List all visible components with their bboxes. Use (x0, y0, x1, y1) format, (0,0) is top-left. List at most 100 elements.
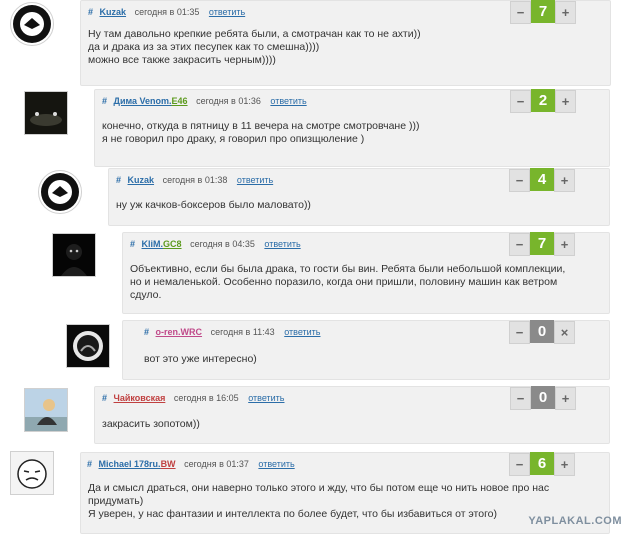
permalink[interactable]: # (102, 96, 107, 106)
vote-up-button[interactable]: + (555, 1, 576, 24)
creature-avatar-icon (67, 325, 109, 367)
comment-line: Объективно, если бы была драка, то гости… (130, 263, 566, 275)
comment-card: # KliM.GC8 сегодня в 04:35 ответить − 7 … (122, 232, 610, 314)
permalink[interactable]: # (130, 239, 135, 249)
username[interactable]: Дима Venom. (114, 96, 172, 106)
comment-line: сдуло. (130, 289, 162, 301)
comment-card: # Чайковская сегодня в 16:05 ответить − … (94, 386, 610, 444)
avatar[interactable] (38, 170, 82, 214)
vote-widget: − 0 + (510, 386, 576, 410)
comment-line: Я уверен, у нас фантазии и интеллекта по… (88, 508, 498, 520)
reply-link[interactable]: ответить (209, 7, 245, 17)
comment-card: # Kuzak сегодня в 01:38 ответить − 4 + н… (108, 168, 610, 226)
comment-header: # Чайковская сегодня в 16:05 ответить (102, 393, 284, 403)
vote-up-button[interactable]: + (554, 233, 575, 256)
comment-line: придумать) (88, 495, 144, 507)
woman-photo-icon (25, 389, 67, 431)
skoda-logo-icon (13, 5, 51, 43)
reply-link[interactable]: ответить (264, 239, 300, 249)
timestamp: сегодня в 04:35 (190, 239, 255, 249)
permalink[interactable]: # (88, 7, 93, 17)
avatar[interactable] (66, 324, 110, 368)
timestamp: сегодня в 01:38 (162, 175, 228, 185)
vote-down-button[interactable]: − (509, 321, 530, 344)
permalink[interactable]: # (144, 327, 149, 337)
vote-up-button[interactable]: + (554, 169, 575, 192)
avatar[interactable] (52, 233, 96, 277)
username-suffix[interactable]: E46 (172, 96, 188, 106)
comment-line: можно все также закрасить черным)))) (88, 54, 276, 66)
vote-score: 6 (530, 452, 554, 475)
site-watermark: YAPLAKAL.COM (528, 515, 622, 527)
vote-score: 0 (531, 386, 555, 409)
vote-up-button[interactable]: + (555, 90, 576, 113)
username[interactable]: o-ren. (156, 327, 181, 337)
vote-up-button[interactable]: + (554, 453, 575, 476)
vote-widget: − 7 + (510, 0, 576, 24)
vote-widget: − 4 + (509, 168, 575, 192)
avatar[interactable] (10, 2, 54, 46)
vote-widget: − 0 × (509, 320, 575, 344)
timestamp: сегодня в 16:05 (173, 393, 239, 403)
comment-text: закрасить зопотом)) (102, 418, 514, 431)
vote-down-button[interactable]: − (509, 169, 530, 192)
vote-up-button[interactable]: × (554, 321, 575, 344)
comment-line: вот это уже интересно) (144, 353, 257, 365)
comment-text: Да и смысл драться, они наверно только э… (88, 482, 601, 521)
reply-link[interactable]: ответить (284, 327, 320, 337)
username[interactable]: KliM. (142, 239, 164, 249)
comment-text: ну уж качков-боксеров было маловато)) (116, 199, 514, 212)
reply-link[interactable]: ответить (270, 96, 306, 106)
comment-line: я не говорил про драку, я говорил про оп… (102, 133, 365, 145)
vote-down-button[interactable]: − (509, 453, 530, 476)
comment-line: но и немаленькой. Особенно поразило, ког… (130, 276, 558, 288)
avatar[interactable] (24, 91, 68, 135)
vote-score: 2 (531, 89, 555, 112)
comment-line: Да и смысл драться, они наверно только э… (88, 482, 550, 494)
comment-card: # Дима Venom.E46 сегодня в 01:36 ответит… (94, 89, 610, 167)
timestamp: сегодня в 01:36 (196, 96, 261, 106)
comment-line: да и драка из за этих песупек как то сме… (88, 41, 320, 53)
vote-score: 7 (530, 232, 554, 255)
comment-line: конечно, откуда в пятницу в 11 вечера на… (102, 120, 420, 132)
comment-line: ну уж качков-боксеров было маловато)) (116, 199, 311, 211)
avatar[interactable] (10, 451, 54, 495)
avatar[interactable] (24, 388, 68, 432)
comment-header: # Kuzak сегодня в 01:35 ответить (88, 7, 245, 17)
username[interactable]: Чайковская (114, 393, 166, 403)
comment-text: Объективно, если бы была драка, то гости… (130, 263, 601, 302)
cartoon-face-icon (11, 452, 53, 494)
vote-widget: − 2 + (510, 89, 576, 113)
comment-header: # Kuzak сегодня в 01:38 ответить (116, 175, 273, 185)
username[interactable]: Kuzak (128, 175, 155, 185)
comment-line: Ну там давольно крепкие ребята были, а с… (88, 28, 421, 40)
vote-down-button[interactable]: − (510, 90, 531, 113)
permalink[interactable]: # (116, 175, 121, 185)
comment-header: # Дима Venom.E46 сегодня в 01:36 ответит… (102, 96, 307, 106)
dark-figure-icon (53, 234, 95, 276)
permalink[interactable]: # (87, 459, 92, 469)
permalink[interactable]: # (102, 393, 107, 403)
timestamp: сегодня в 01:35 (134, 7, 200, 17)
comment-card: # Kuzak сегодня в 01:35 ответить − 7 + Н… (80, 0, 611, 86)
vote-up-button[interactable]: + (555, 387, 576, 410)
username-suffix[interactable]: WRC (181, 327, 203, 337)
username-suffix[interactable]: BW (161, 459, 176, 469)
vote-down-button[interactable]: − (510, 387, 531, 410)
comment-header: # o-ren.WRC сегодня в 11:43 ответить (144, 327, 321, 337)
username-suffix[interactable]: GC8 (163, 239, 182, 249)
comment-text: вот это уже интересно) (144, 353, 514, 366)
vote-down-button[interactable]: − (509, 233, 530, 256)
username[interactable]: Kuzak (100, 7, 127, 17)
vote-score: 0 (530, 320, 554, 343)
vote-widget: − 7 + (509, 232, 575, 256)
username[interactable]: Michael 178ru. (99, 459, 161, 469)
reply-link[interactable]: ответить (248, 393, 284, 403)
vote-score: 4 (530, 168, 554, 191)
vote-down-button[interactable]: − (510, 1, 531, 24)
timestamp: сегодня в 01:37 (184, 459, 249, 469)
reply-link[interactable]: ответить (237, 175, 273, 185)
comment-card: # o-ren.WRC сегодня в 11:43 ответить − 0… (122, 320, 610, 380)
reply-link[interactable]: ответить (258, 459, 294, 469)
car-photo-icon (25, 92, 67, 134)
